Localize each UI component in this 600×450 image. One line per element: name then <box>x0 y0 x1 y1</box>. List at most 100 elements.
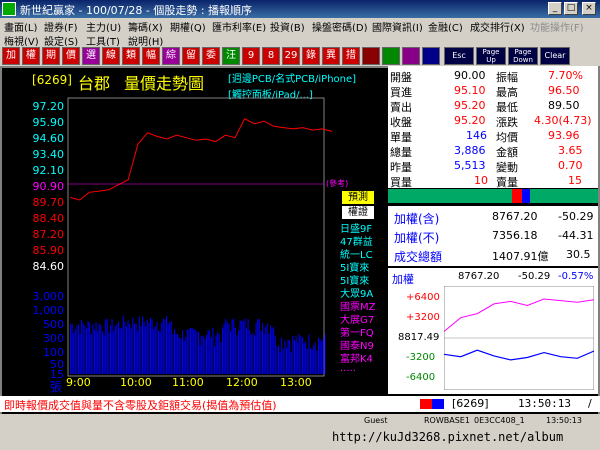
status-code-label: [6269] <box>452 397 489 410</box>
volume-bar <box>113 330 115 374</box>
volume-bar <box>249 330 251 374</box>
status-bar: 即時報價成交值與量不含零股及鉅額交易(揭值為預估值) [6269] 13:50:… <box>0 396 600 412</box>
volume-bar <box>186 329 188 374</box>
turnover-label: 成交總額 <box>394 250 443 264</box>
volume-bar <box>124 322 126 374</box>
volume-bar <box>143 321 145 374</box>
volume-bar <box>318 337 319 374</box>
prev-volume-value: 5,513 <box>454 159 486 172</box>
volume-bar <box>183 341 185 374</box>
volume-bar <box>263 334 265 374</box>
volume-bar <box>100 324 102 374</box>
volume-bar <box>282 348 284 374</box>
ask-value: 95.20 <box>454 99 486 112</box>
volume-bar <box>119 328 121 374</box>
volume-bar <box>79 334 81 374</box>
status-blue-indicator <box>432 399 444 409</box>
volume-bar <box>97 331 99 374</box>
bid-value: 95.10 <box>454 84 486 97</box>
volume-bar <box>106 319 108 374</box>
volume-bar <box>281 337 283 374</box>
bottom-bar: Guest ROWBASE1 0E3CC408_1 13:50:13 http:… <box>0 414 600 450</box>
volume-bar <box>289 340 291 374</box>
volume-bar <box>164 319 166 374</box>
volume-bar <box>294 339 295 374</box>
volume-bar <box>177 334 179 374</box>
mini-chart-label: 加權 <box>392 273 414 286</box>
amount-value: 3.65 <box>558 144 583 157</box>
mini-axis-label: 8817.49 <box>398 332 440 343</box>
volume-bar <box>191 328 193 374</box>
volume-bar <box>217 332 219 374</box>
volume-bar <box>228 323 230 374</box>
quote-row: 單量 146 均價 93.96 <box>388 128 598 144</box>
volume-bar <box>121 327 123 374</box>
watermark-url: http://kuJd3268.pixnet.net/album <box>332 430 564 444</box>
forecast-button[interactable]: 預測 <box>342 191 374 204</box>
volume-bar <box>170 321 172 374</box>
volume-bar <box>238 330 239 374</box>
volume-bar <box>220 342 222 374</box>
volume-bar <box>114 325 116 374</box>
warrant-button[interactable]: 權證 <box>342 206 374 219</box>
volume-bar <box>225 318 227 374</box>
volume-bar <box>185 337 187 374</box>
volume-bar <box>290 351 292 374</box>
volume-bar <box>71 323 73 374</box>
volume-bar <box>116 323 118 374</box>
volume-bar <box>262 323 263 374</box>
sell-qty-label: 賣量 <box>496 176 518 189</box>
volume-bar <box>223 323 225 374</box>
volume-bar <box>260 330 262 374</box>
low-value: 89.50 <box>548 99 580 112</box>
turnover-change: 30.5 <box>566 248 591 261</box>
volume-bar <box>76 325 78 374</box>
buy-sell-ratio-bar <box>388 189 598 203</box>
mini-chart-plot <box>444 286 594 390</box>
volume-bar <box>111 319 113 374</box>
close-value: 95.20 <box>454 114 486 127</box>
server-name: ROWBASE1 <box>424 416 470 425</box>
volume-bar <box>158 330 159 374</box>
volume-bar <box>300 336 302 374</box>
volume-bar <box>310 348 311 374</box>
taiex-incl-change: -50.29 <box>558 210 594 223</box>
volume-bar <box>257 319 259 374</box>
amplitude-value: 7.70% <box>548 69 583 82</box>
broker-more[interactable]: ..... <box>340 363 356 374</box>
mini-chart-price: 8767.20 <box>458 271 500 282</box>
quote-row: 開盤 90.00 振幅 7.70% <box>388 68 598 84</box>
taiex-excl-change: -44.31 <box>558 229 594 242</box>
volume-bar <box>103 335 105 374</box>
volume-bar <box>169 322 171 374</box>
volume-bar <box>81 320 83 374</box>
volume-bar <box>167 324 169 374</box>
volume-bar <box>252 332 254 374</box>
volume-bar <box>161 322 163 374</box>
volume-bar <box>230 331 231 374</box>
avg-price-value: 93.96 <box>548 129 580 142</box>
volume-bar <box>222 327 223 374</box>
volume-bar <box>250 334 252 374</box>
volume-bar <box>254 335 255 374</box>
volume-bar <box>201 336 203 374</box>
volume-bar <box>247 319 249 374</box>
quote-panel: 開盤 90.00 振幅 7.70% 買進 95.10 最高 96.50 賣出 9… <box>388 66 598 189</box>
volume-bar <box>236 335 238 374</box>
mini-axis-label: +6400 <box>406 292 440 303</box>
volume-bar <box>316 350 318 374</box>
volume-bar <box>127 320 129 374</box>
volume-bar <box>297 341 299 374</box>
volume-bar <box>198 332 199 374</box>
volume-bar <box>305 341 307 374</box>
quote-row: 賣出 95.20 最低 89.50 <box>388 98 598 114</box>
volume-bar <box>118 322 119 374</box>
volume-bar <box>78 324 79 374</box>
volume-bar <box>246 328 247 374</box>
volume-bar <box>302 337 303 374</box>
build-id: 0E3CC408_1 <box>474 416 525 425</box>
volume-bar <box>84 325 86 374</box>
status-red-indicator <box>420 399 432 409</box>
volume-bar <box>95 322 97 374</box>
volume-bar <box>202 335 204 374</box>
